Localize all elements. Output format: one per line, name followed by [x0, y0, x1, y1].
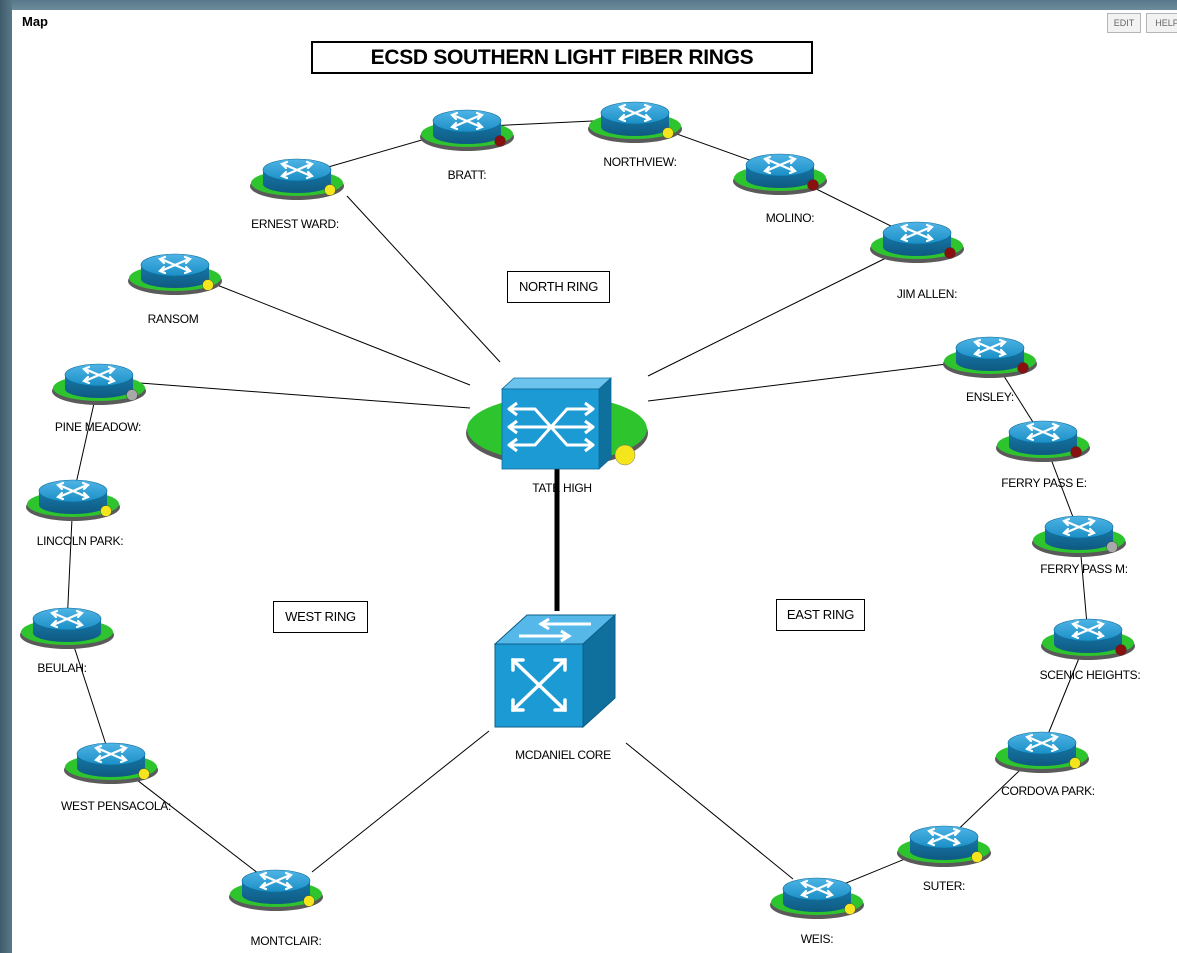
status-indicator-pine-meadow [126, 389, 138, 401]
switch-icon-tate-high[interactable] [466, 377, 648, 470]
status-indicator-ernest-ward [324, 184, 336, 196]
link-weis-mcdaniel-core [625, 742, 794, 880]
node-label-ernest-ward: ERNEST WARD: [251, 217, 339, 231]
node-label-cordova-park: CORDOVA PARK: [1001, 784, 1095, 798]
status-indicator-ferry-pass-e [1070, 446, 1082, 458]
router-icon-northview[interactable] [588, 101, 682, 143]
router-icon-pine-meadow[interactable] [52, 363, 146, 405]
core-switch-icon-mcdaniel-core[interactable] [493, 613, 617, 729]
nodes-layer [20, 101, 1135, 919]
status-indicator-suter [971, 851, 983, 863]
node-label-molino: MOLINO: [765, 211, 815, 225]
node-label-montclair: MONTCLAIR: [250, 934, 322, 948]
node-label-ferry-pass-e: FERRY PASS E: [1001, 476, 1087, 490]
router-icon-cordova-park[interactable] [995, 731, 1089, 773]
status-indicator-jim-allen [944, 247, 956, 259]
link-pine-meadow-tate-high [139, 382, 471, 409]
link-ernest-ward-tate-high [346, 195, 501, 363]
router-icon-suter[interactable] [897, 825, 991, 867]
status-indicator-weis [844, 903, 856, 915]
status-indicator-lincoln-park [100, 505, 112, 517]
router-icon-montclair[interactable] [229, 869, 323, 911]
router-icon-jim-allen[interactable] [870, 221, 964, 263]
node-label-west-pensacola: WEST PENSACOLA: [61, 799, 171, 813]
status-indicator-molino [807, 179, 819, 191]
node-label-suter: SUTER: [922, 879, 966, 893]
router-icon-bratt[interactable] [420, 109, 514, 151]
router-icon-ransom[interactable] [128, 253, 222, 295]
node-label-jim-allen: JIM ALLEN: [896, 287, 958, 301]
router-icon-ensley[interactable] [943, 336, 1037, 378]
status-indicator-west-pensacola [138, 768, 150, 780]
node-label-mcdaniel-core: MCDANIEL CORE [515, 748, 611, 762]
router-icon-beulah[interactable] [20, 607, 114, 649]
node-label-weis: WEIS: [800, 932, 834, 946]
router-icon-ernest-ward[interactable] [250, 158, 344, 200]
link-jim-allen-tate-high [647, 256, 889, 377]
status-indicator-montclair [303, 895, 315, 907]
node-label-beulah: BEULAH: [37, 661, 87, 675]
node-label-lincoln-park: LINCOLN PARK: [36, 534, 124, 548]
link-ransom-tate-high [211, 282, 471, 386]
router-icon-weis[interactable] [770, 877, 864, 919]
status-indicator-cordova-park [1069, 757, 1081, 769]
node-label-bratt: BRATT: [447, 168, 487, 182]
status-indicator-bratt [494, 135, 506, 147]
node-label-ensley: ENSLEY: [966, 390, 1014, 404]
status-indicator-scenic-heights [1115, 644, 1127, 656]
link-ensley-tate-high [647, 361, 964, 402]
router-icon-ferry-pass-m[interactable] [1032, 515, 1126, 557]
router-icon-west-pensacola[interactable] [64, 742, 158, 784]
link-montclair-mcdaniel-core [311, 730, 490, 873]
status-indicator-ransom [202, 279, 214, 291]
status-indicator-northview [662, 127, 674, 139]
node-label-ransom: RANSOM [147, 312, 199, 326]
node-label-ferry-pass-m: FERRY PASS M: [1040, 562, 1128, 576]
status-indicator-ensley [1017, 362, 1029, 374]
node-label-tate-high: TATE HIGH [532, 481, 592, 495]
node-label-northview: NORTHVIEW: [603, 155, 677, 169]
node-label-scenic-heights: SCENIC HEIGHTS: [1039, 668, 1141, 682]
router-icon-molino[interactable] [733, 153, 827, 195]
status-indicator-ferry-pass-m [1106, 541, 1118, 553]
node-label-pine-meadow: PINE MEADOW: [54, 420, 142, 434]
router-icon-ferry-pass-e[interactable] [996, 420, 1090, 462]
router-icon-scenic-heights[interactable] [1041, 618, 1135, 660]
status-indicator-tate-high [614, 444, 636, 466]
router-icon-lincoln-park[interactable] [26, 479, 120, 521]
